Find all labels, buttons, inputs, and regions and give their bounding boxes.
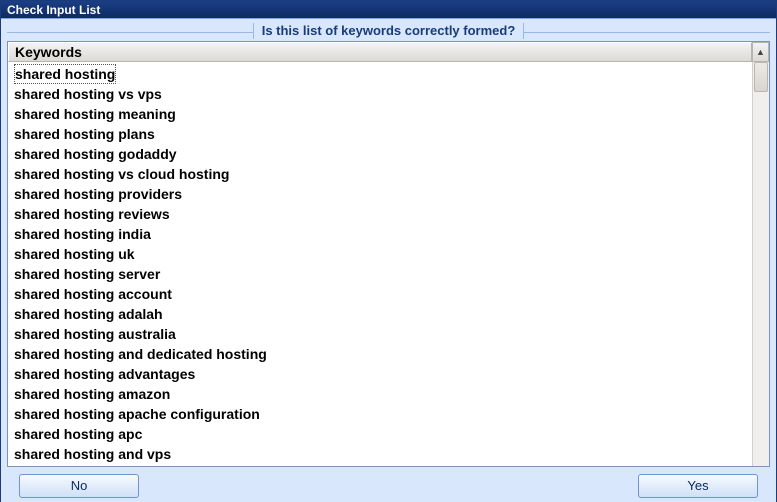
- dialog-window: Check Input List Is this list of keyword…: [0, 0, 777, 502]
- list-item[interactable]: shared hosting advantages: [14, 364, 746, 384]
- no-button[interactable]: No: [19, 474, 139, 498]
- dialog-body: Is this list of keywords correctly forme…: [1, 18, 776, 502]
- list-item[interactable]: shared hosting account: [14, 284, 746, 304]
- list-item[interactable]: shared hosting vs vps: [14, 84, 746, 104]
- list-item[interactable]: shared hosting adalah: [14, 304, 746, 324]
- scroll-up-button[interactable]: ▲: [752, 42, 769, 62]
- chevron-up-icon: ▲: [756, 47, 765, 57]
- list-item[interactable]: shared hosting: [14, 64, 116, 84]
- keywords-list[interactable]: shared hostingshared hosting vs vpsshare…: [8, 62, 752, 466]
- list-item[interactable]: shared hosting amazon: [14, 384, 746, 404]
- vertical-scrollbar[interactable]: [752, 62, 769, 466]
- titlebar: Check Input List: [1, 1, 776, 18]
- scrollbar-thumb[interactable]: [754, 62, 768, 92]
- table-header-row: Keywords ▲: [8, 42, 769, 62]
- list-item[interactable]: shared hosting australia: [14, 324, 746, 344]
- prompt-area: Is this list of keywords correctly forme…: [7, 23, 770, 39]
- window-title: Check Input List: [7, 3, 100, 17]
- list-item[interactable]: shared hosting reviews: [14, 204, 746, 224]
- list-item[interactable]: shared hosting providers: [14, 184, 746, 204]
- list-area: shared hostingshared hosting vs vpsshare…: [8, 62, 769, 466]
- list-item[interactable]: shared hosting meaning: [14, 104, 746, 124]
- prompt-text: Is this list of keywords correctly forme…: [253, 23, 525, 39]
- list-item[interactable]: shared hosting uk: [14, 244, 746, 264]
- list-item[interactable]: shared hosting godaddy: [14, 144, 746, 164]
- yes-button[interactable]: Yes: [638, 474, 758, 498]
- list-item[interactable]: shared hosting apache configuration: [14, 404, 746, 424]
- column-header-keywords[interactable]: Keywords: [8, 42, 752, 62]
- button-row: No Yes: [7, 467, 770, 500]
- list-item[interactable]: shared hosting india: [14, 224, 746, 244]
- list-item[interactable]: shared hosting plans: [14, 124, 746, 144]
- list-item[interactable]: shared hosting and vps: [14, 444, 746, 464]
- keywords-panel: Keywords ▲ shared hostingshared hosting …: [7, 41, 770, 467]
- list-item[interactable]: shared hosting vs cloud hosting: [14, 164, 746, 184]
- list-item[interactable]: shared hosting server: [14, 264, 746, 284]
- list-item[interactable]: shared hosting and dedicated hosting: [14, 344, 746, 364]
- list-item[interactable]: shared hosting apc: [14, 424, 746, 444]
